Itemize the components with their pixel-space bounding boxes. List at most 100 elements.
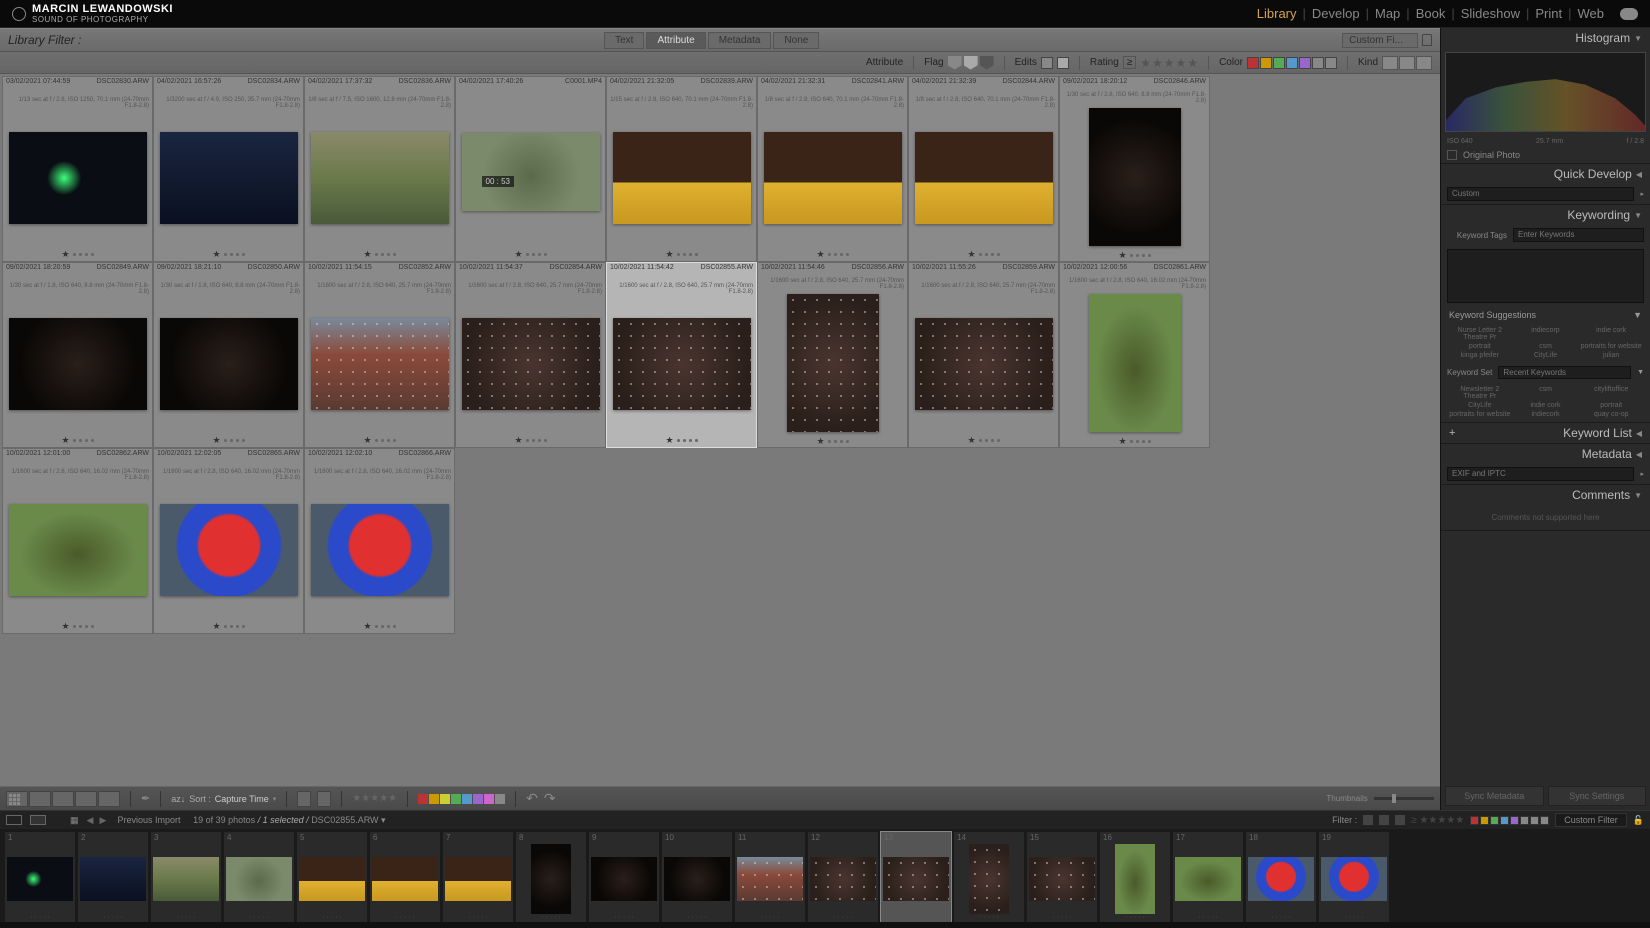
edits-edited-icon[interactable] [1041,57,1053,69]
grid-cell[interactable]: 10/02/2021 11:55:26DSC02859.ARW1/1600 se… [908,262,1059,448]
color-filter-swatch[interactable] [1312,57,1324,69]
thumbnail[interactable] [764,132,902,224]
metadata-header[interactable]: Metadata◀ [1441,444,1650,464]
filmstrip-thumbnail[interactable] [1029,857,1095,901]
cell-rating[interactable]: ★ [456,433,605,447]
module-print[interactable]: Print [1535,6,1562,21]
quick-develop-header[interactable]: Quick Develop◀ [1441,164,1650,184]
color-filter-swatch[interactable] [1260,57,1272,69]
thumbnail[interactable] [915,318,1053,410]
toolbar-color-swatch[interactable] [473,794,483,804]
rotate-cw-icon[interactable]: ↷ [544,790,556,807]
grid-cell[interactable]: 09/02/2021 18:21:10DSC02850.ARW1/30 sec … [153,262,304,448]
filmstrip-scrollbar[interactable] [0,922,1650,928]
filmstrip-cell[interactable]: 8· · · · · [515,831,587,922]
filmstrip-thumbnail[interactable] [80,857,146,901]
painter-tool-icon[interactable]: ✒ [141,792,150,805]
keyword-suggestion[interactable]: portraits for website [1449,411,1511,418]
cell-rating[interactable]: ★ [607,247,756,261]
histogram-header[interactable]: Histogram▼ [1441,28,1650,48]
filmstrip-thumbnail[interactable] [883,857,949,901]
filmstrip-cell[interactable]: 16· · · · · [1099,831,1171,922]
filmstrip-color-swatch[interactable] [1500,816,1509,825]
cell-rating[interactable]: ★ [1060,436,1209,447]
filmstrip-cell[interactable]: 14· · · · · [953,831,1025,922]
filmstrip-rating-filter[interactable]: ≥ ★★★★★ [1411,815,1464,826]
filter-flag-icon-3[interactable] [1395,815,1405,825]
module-map[interactable]: Map [1375,6,1400,21]
thumbnail[interactable] [311,318,449,410]
module-web[interactable]: Web [1578,6,1605,21]
kind-video-icon[interactable] [1416,56,1432,70]
grid-cell[interactable]: 10/02/2021 12:02:10DSC02866.ARW1/1600 se… [304,448,455,634]
filmstrip-cell[interactable]: 5· · · · · [296,831,368,922]
grid-cell[interactable]: 04/02/2021 21:32:05DSC02839.ARW1/15 sec … [606,76,757,262]
filter-lock-icon[interactable]: 🔓 [1633,815,1644,826]
rating-stars[interactable]: ★★★★★ [1140,56,1198,70]
cell-rating[interactable]: ★ [305,247,454,261]
filmstrip-thumbnail[interactable] [591,857,657,901]
toolbar-color-swatch[interactable] [418,794,428,804]
toolbar-color-swatch[interactable] [484,794,494,804]
thumbnail[interactable] [160,132,298,224]
grid-cell[interactable]: 04/02/2021 17:37:32DSC02836.ARW1/8 sec a… [304,76,455,262]
cell-rating[interactable]: ★ [154,247,303,261]
thumbnail[interactable] [9,318,147,410]
nav-back-icon[interactable]: ◀ [87,815,97,825]
grid-cell[interactable]: 10/02/2021 11:54:46DSC02856.ARW1/1600 se… [757,262,908,448]
color-filter-swatch[interactable] [1286,57,1298,69]
filter-tab-none[interactable]: None [773,32,819,49]
thumbnail[interactable] [787,294,879,432]
grid-cell[interactable]: 04/02/2021 21:32:39DSC02844.ARW1/8 sec a… [908,76,1059,262]
compare-view-button[interactable] [52,791,74,807]
filmstrip-filter-dropdown[interactable]: Custom Filter [1555,813,1627,827]
keyword-suggestion[interactable]: quay co-op [1580,411,1642,418]
filmstrip-breadcrumb[interactable]: Previous Import 19 of 39 photos / 1 sele… [118,815,386,826]
flag-picked-icon[interactable] [948,56,962,70]
cloud-sync-icon[interactable] [1620,8,1638,20]
thumbnail-size-slider[interactable] [1374,797,1434,800]
keyword-suggestion[interactable]: indie cork [1515,402,1577,409]
filter-preset-dropdown[interactable]: Custom Fi... [1342,33,1418,48]
sync-metadata-button[interactable]: Sync Metadata [1445,786,1544,806]
thumbnail[interactable] [9,504,147,596]
filmstrip-color-swatch[interactable] [1510,816,1519,825]
toolbar-color-swatch[interactable] [495,794,505,804]
keyword-suggestion[interactable]: csm [1515,343,1577,350]
thumbnail[interactable] [462,318,600,410]
filmstrip-color-swatch[interactable] [1520,816,1529,825]
filmstrip-cell[interactable]: 19· · · · · [1318,831,1390,922]
grid-cell[interactable]: 10/02/2021 12:01:00DSC02862.ARW1/1600 se… [2,448,153,634]
kind-master-icon[interactable] [1382,56,1398,70]
cell-rating[interactable]: ★ [758,247,907,261]
keyword-suggestion[interactable]: indiecorp [1515,327,1577,341]
thumbnail[interactable] [160,504,298,596]
filmstrip-thumbnail[interactable] [7,857,73,901]
sort-dropdown[interactable]: Capture Time [215,794,269,804]
flag-rejected-icon[interactable] [980,56,994,70]
grid-cell[interactable]: 09/02/2021 18:20:59DSC02849.ARW1/30 sec … [2,262,153,448]
grid-cell[interactable]: 10/02/2021 11:54:37DSC02854.ARW1/1600 se… [455,262,606,448]
thumbnail[interactable] [915,132,1053,224]
color-filter-swatch[interactable] [1299,57,1311,69]
filter-tab-text[interactable]: Text [604,32,644,49]
color-filter-swatch[interactable] [1325,57,1337,69]
sort-direction-icon[interactable]: az↓ [171,794,185,804]
filter-flag-icon-2[interactable] [1379,815,1389,825]
filmstrip-thumbnail[interactable] [445,857,511,901]
module-library[interactable]: Library [1257,6,1297,21]
keyword-suggestion[interactable]: julian [1580,352,1642,359]
keyword-suggestion[interactable]: portrait [1580,402,1642,409]
flag-unflagged-icon[interactable] [964,56,978,70]
grid-cell[interactable]: 03/02/2021 07:44:59DSC02830.ARW1/13 sec … [2,76,153,262]
main-window-icon[interactable] [6,815,22,825]
filmstrip-cell[interactable]: 17· · · · · [1172,831,1244,922]
cell-rating[interactable]: ★ [607,433,756,447]
filmstrip-thumbnail[interactable] [1248,857,1314,901]
filmstrip-color-swatch[interactable] [1540,816,1549,825]
cell-rating[interactable]: ★ [3,247,152,261]
filmstrip-thumbnail[interactable] [299,857,365,901]
toolbar-color-swatch[interactable] [462,794,472,804]
filmstrip-thumbnail[interactable] [810,857,876,901]
thumbnail[interactable]: 00 : 53 [462,133,600,211]
